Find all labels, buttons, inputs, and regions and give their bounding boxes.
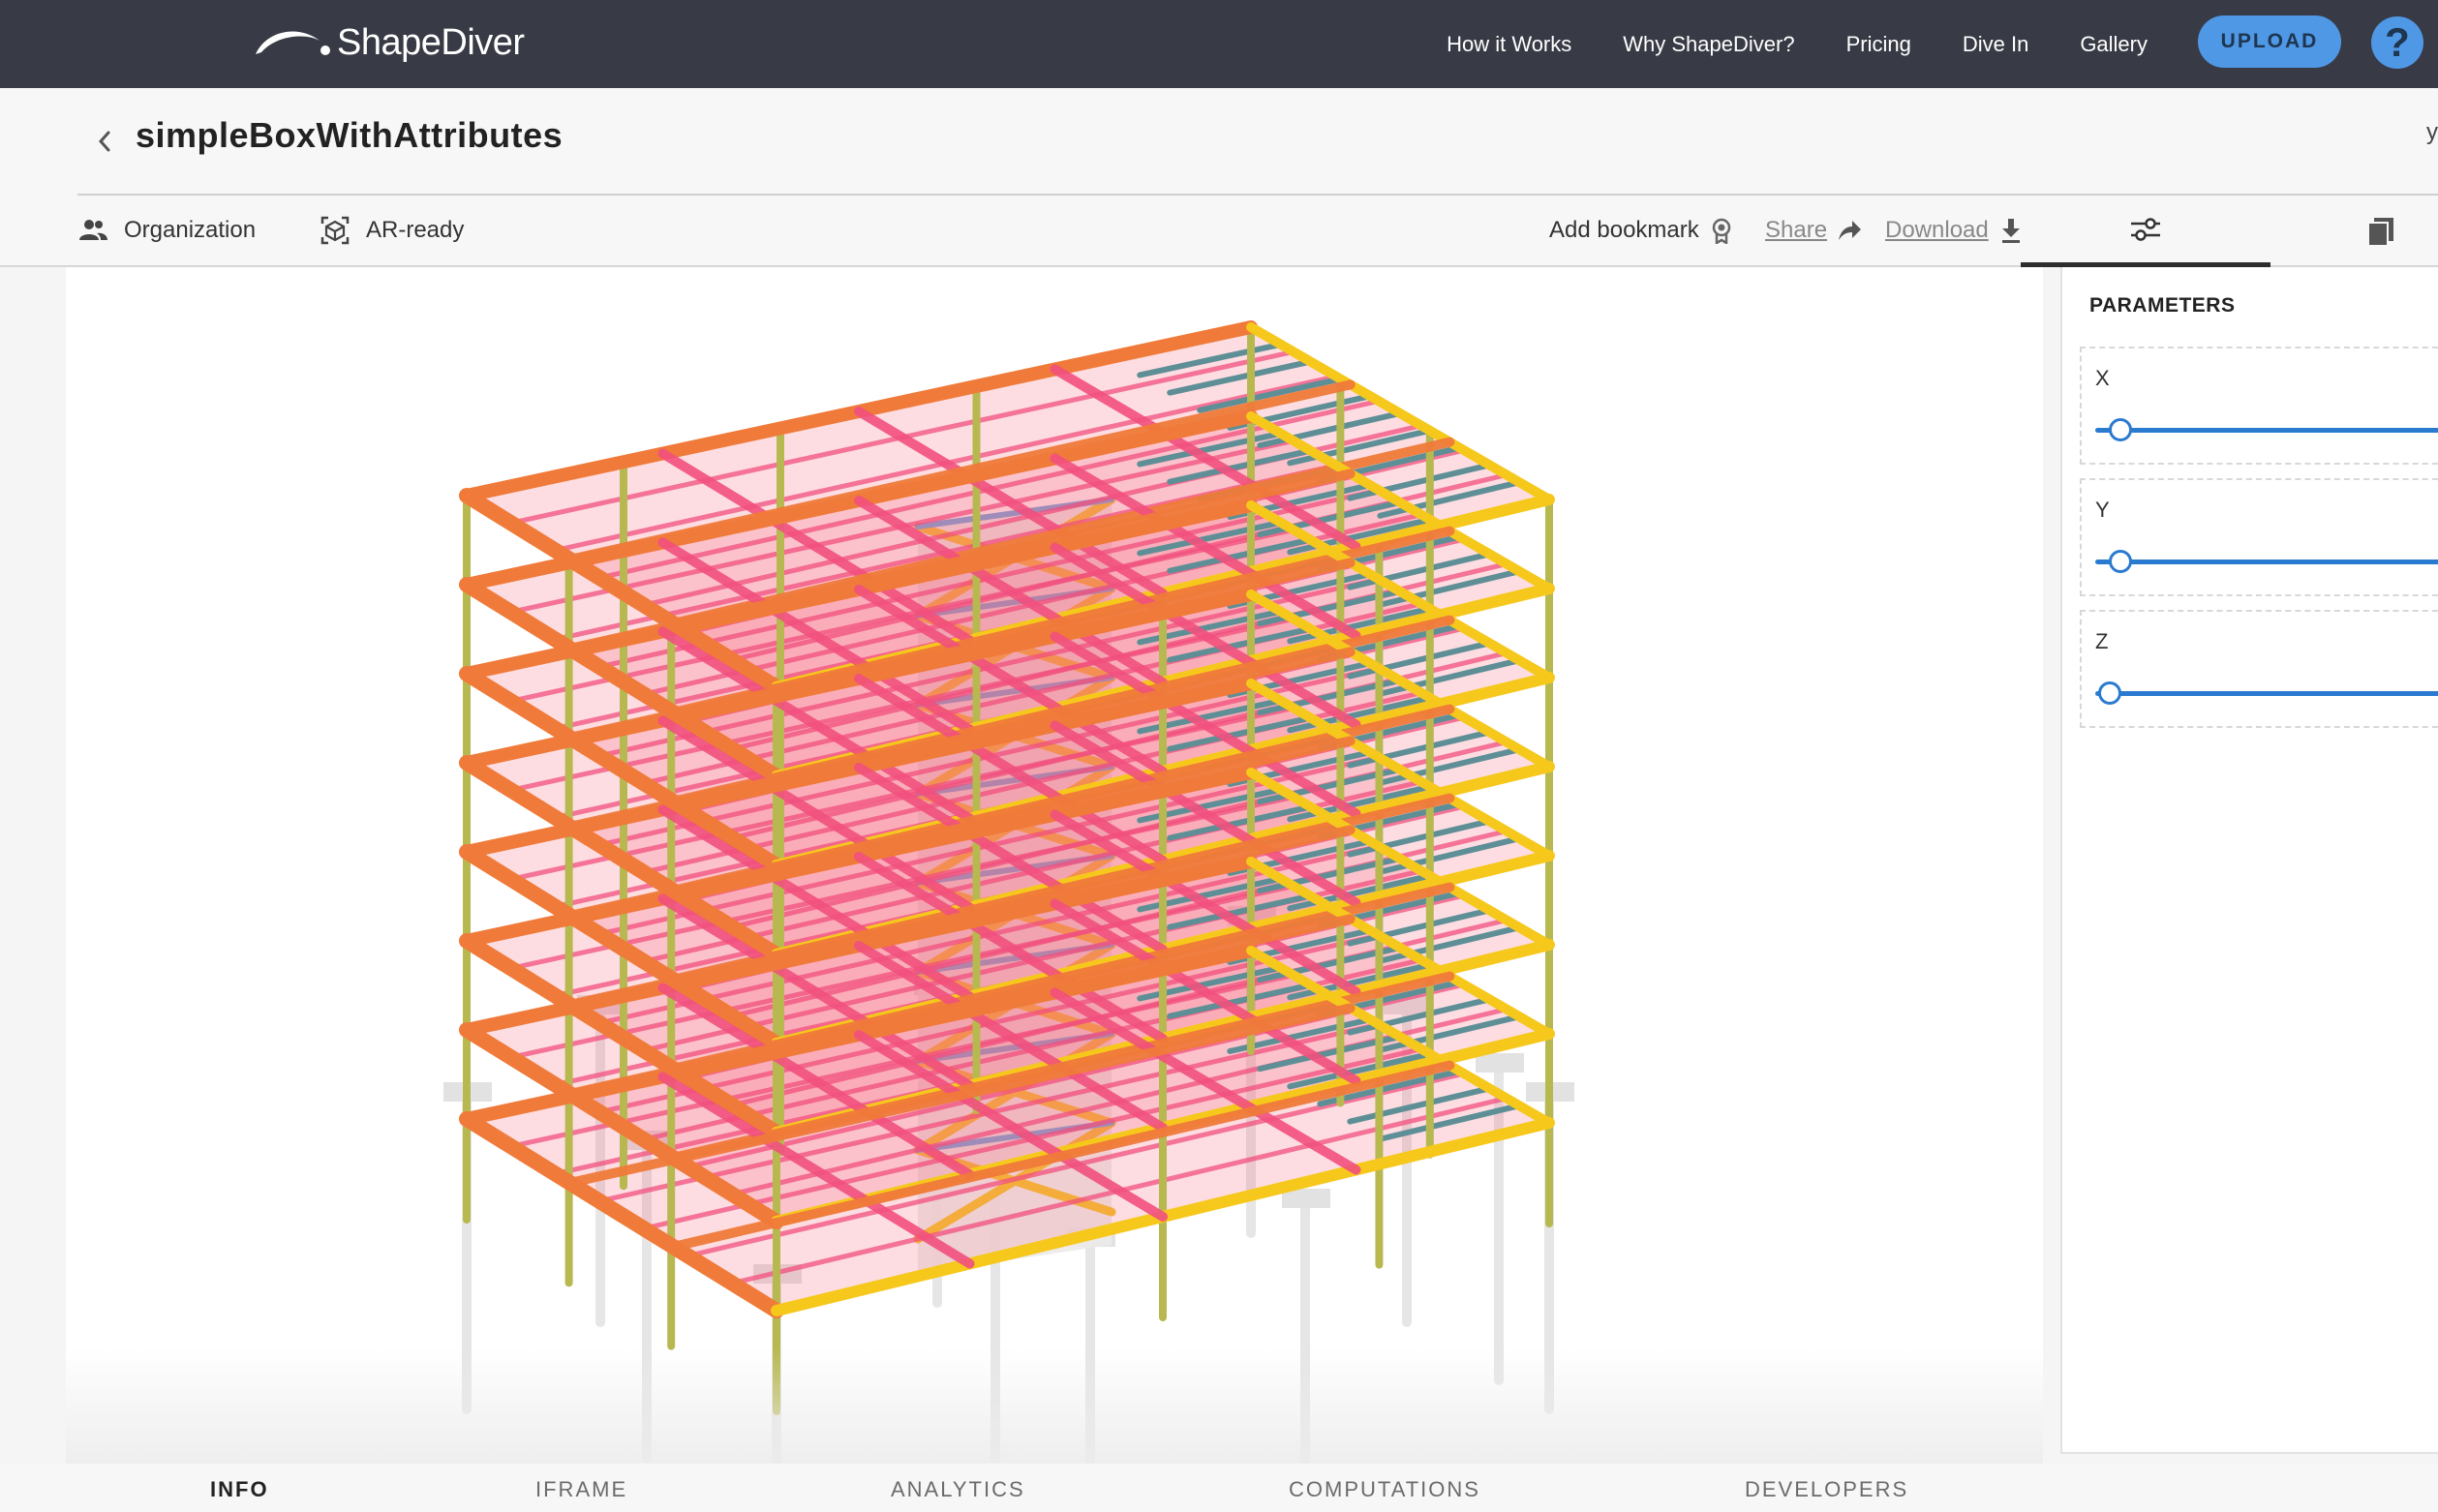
- tab-developers[interactable]: DEVELOPERS: [1745, 1477, 1908, 1502]
- slider-track-y[interactable]: [2095, 559, 2438, 564]
- nav-links: How it Works Why ShapeDiver? Pricing Div…: [1447, 0, 2148, 88]
- nav-link-dive-in[interactable]: Dive In: [1963, 32, 2028, 57]
- add-bookmark-button[interactable]: Add bookmark: [1549, 217, 1734, 244]
- parameter-card-z: Z: [2080, 610, 2438, 728]
- ar-ready-chip: AR-ready: [320, 215, 464, 246]
- tab-info[interactable]: INFO: [210, 1477, 269, 1502]
- slider-knob-z[interactable]: [2097, 681, 2121, 705]
- nav-link-why-shapediver[interactable]: Why ShapeDiver?: [1623, 32, 1794, 57]
- download-icon: [2001, 219, 2020, 243]
- download-label: Download: [1885, 217, 1989, 243]
- slider-track-x[interactable]: [2095, 428, 2438, 433]
- app-root: ShapeDiver How it Works Why ShapeDiver? …: [0, 0, 2438, 1512]
- download-button[interactable]: Download: [1885, 217, 2024, 244]
- shapediver-logo-icon: [256, 31, 330, 55]
- bookmark-badge-icon: [1712, 218, 1730, 244]
- building-frame-render: [443, 320, 1574, 1464]
- title-edge-text: y: [2426, 119, 2438, 145]
- parameters-title: PARAMETERS: [2089, 294, 2236, 317]
- nav-link-gallery[interactable]: Gallery: [2080, 32, 2148, 57]
- help-icon[interactable]: ?: [2371, 16, 2423, 69]
- slider-knob-x[interactable]: [2108, 418, 2132, 441]
- tab-iframe[interactable]: IFRAME: [535, 1477, 627, 1502]
- bottom-tab-bar: INFO IFRAME ANALYTICS COMPUTATIONS DEVEL…: [0, 1464, 2438, 1512]
- tab-documents[interactable]: [2324, 196, 2438, 267]
- documents-icon: [2367, 218, 2393, 247]
- sliders-icon: [2131, 217, 2160, 241]
- ar-cube-icon: [320, 216, 350, 245]
- tab-analytics[interactable]: ANALYTICS: [891, 1477, 1025, 1502]
- tab-parameters[interactable]: [2021, 196, 2270, 267]
- brand-name: ShapeDiver: [337, 21, 525, 63]
- parameter-label-y: Y: [2095, 498, 2110, 522]
- upload-button[interactable]: UPLOAD: [2198, 15, 2341, 68]
- organization-chip: Organization: [77, 215, 256, 246]
- model-action-bar: Organization AR-ready Add bookmark Share: [0, 196, 2438, 267]
- ar-ready-label: AR-ready: [366, 217, 465, 243]
- parameter-card-x: X: [2080, 347, 2438, 465]
- nav-link-pricing[interactable]: Pricing: [1846, 32, 1911, 57]
- people-icon: [79, 220, 107, 240]
- tab-computations[interactable]: COMPUTATIONS: [1289, 1477, 1480, 1502]
- page-title: simpleBoxWithAttributes: [136, 115, 564, 155]
- footing-block: [1476, 1053, 1524, 1073]
- top-navigation: ShapeDiver How it Works Why ShapeDiver? …: [0, 0, 2438, 88]
- nav-link-how-it-works[interactable]: How it Works: [1447, 32, 1571, 57]
- share-arrow-icon: [1839, 221, 1862, 240]
- 3d-model-viewer[interactable]: [66, 267, 2043, 1464]
- slider-track-z[interactable]: [2095, 691, 2438, 696]
- add-bookmark-label: Add bookmark: [1549, 217, 1699, 243]
- model-title-row: simpleBoxWithAttributes y: [0, 88, 2438, 195]
- slider-knob-y[interactable]: [2108, 550, 2132, 573]
- organization-label: Organization: [124, 217, 257, 243]
- parameter-label-z: Z: [2095, 629, 2109, 653]
- chevron-left-icon[interactable]: [93, 127, 116, 156]
- parameter-label-x: X: [2095, 366, 2110, 390]
- parameter-card-y: Y: [2080, 478, 2438, 596]
- parameters-panel: PARAMETERS X Y Z: [2060, 267, 2438, 1454]
- share-button[interactable]: Share: [1765, 217, 1862, 244]
- share-label: Share: [1765, 217, 1828, 243]
- brand-logo[interactable]: ShapeDiver: [254, 14, 525, 72]
